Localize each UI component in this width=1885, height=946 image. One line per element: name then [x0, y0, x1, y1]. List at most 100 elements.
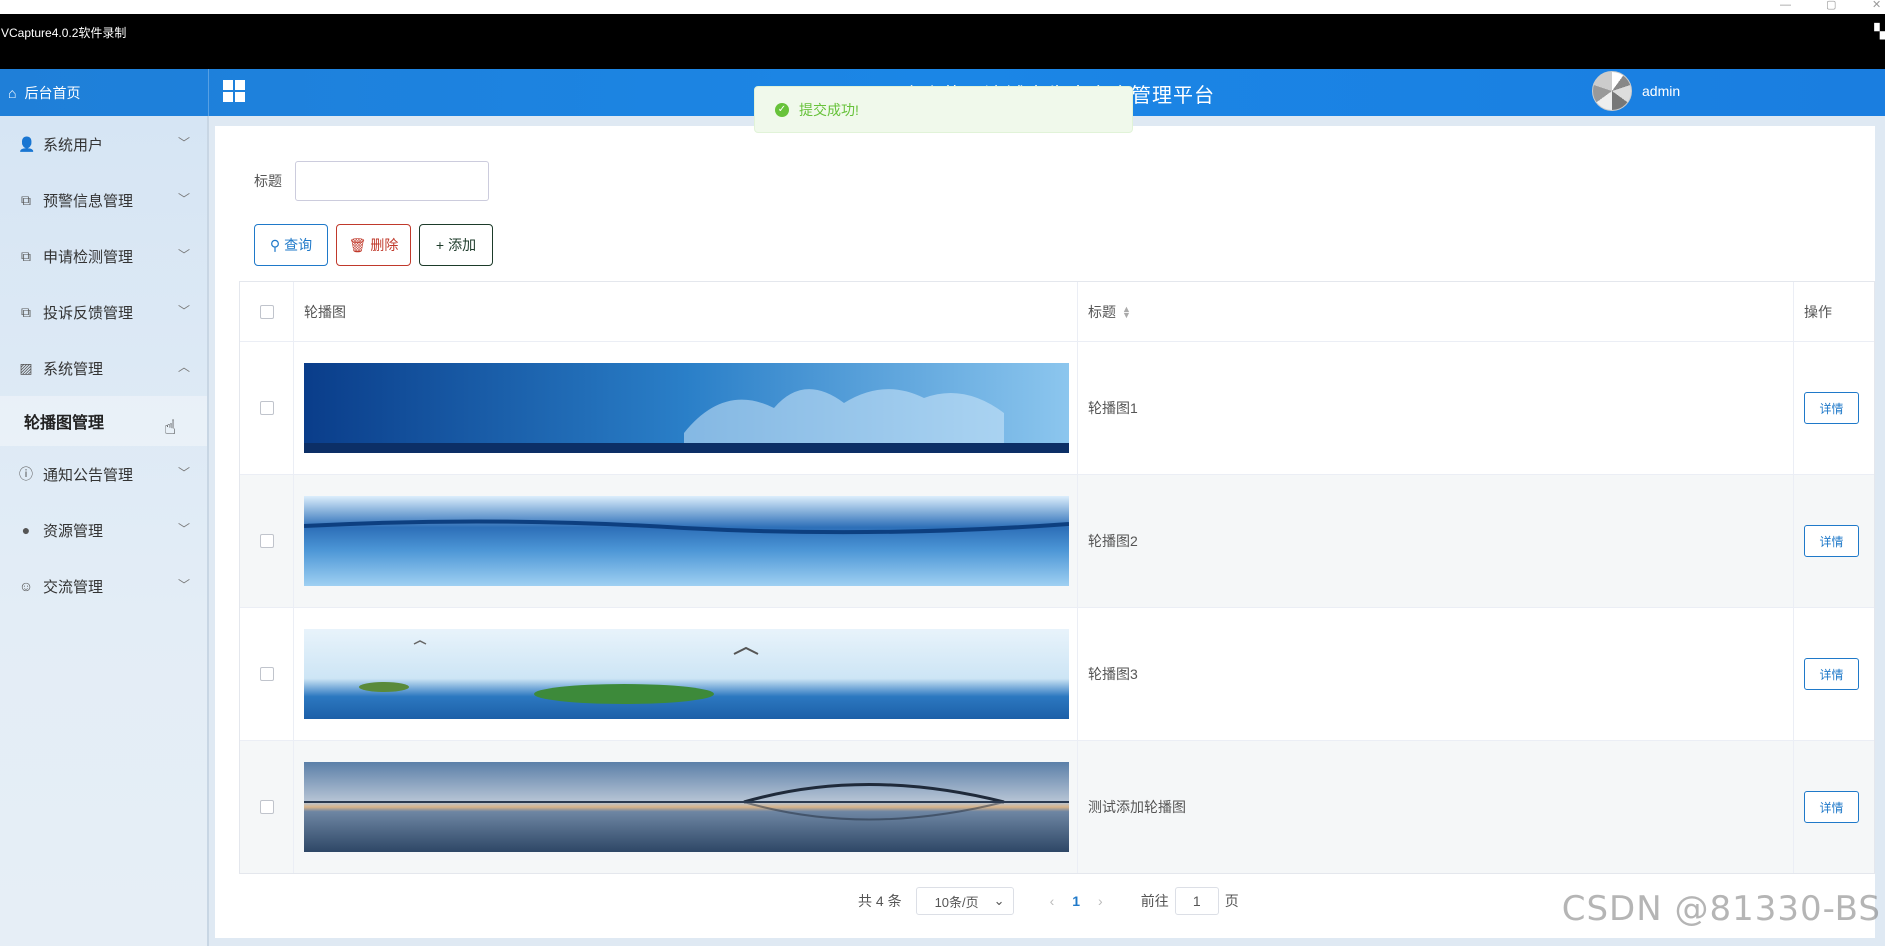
header-title-label: 标题	[1088, 303, 1116, 320]
maximize-icon[interactable]: ▢	[1826, 0, 1836, 11]
sidebar-item-label: 交流管理	[43, 578, 104, 596]
user-name: admin	[1642, 83, 1681, 99]
sidebar-item-resources[interactable]: ● 资源管理 ﹀	[0, 502, 207, 558]
menu-toggle-icon[interactable]	[223, 80, 245, 102]
chevron-down-icon: ﹀	[178, 522, 191, 536]
user-icon: 👤	[18, 135, 36, 152]
window-titlebar: — ▢ ✕	[0, 0, 1885, 14]
sidebar-item-label: 申请检测管理	[43, 248, 134, 266]
toast-message: 提交成功!	[799, 101, 859, 118]
goto-page-input[interactable]: 1	[1174, 887, 1219, 915]
select-all-checkbox[interactable]	[259, 304, 274, 319]
document-icon: ⧉	[21, 247, 31, 264]
sidebar-item-inspection[interactable]: ⧉ 申请检测管理 ﹀	[0, 228, 207, 284]
detail-button[interactable]: 详情	[1804, 658, 1859, 690]
detail-button[interactable]: 详情	[1804, 791, 1859, 823]
location-icon: ●	[21, 522, 31, 538]
recorder-bar: VCapture4.0.2软件录制 ▚	[0, 14, 1885, 69]
chevron-down-icon: ﹀	[178, 578, 191, 592]
detail-button[interactable]: 详情	[1804, 525, 1859, 557]
pagination: 共 4 条 10条/页 ⌄ ‹ 1 › 前往 1 页	[858, 886, 1239, 916]
sidebar-item-label: 系统用户	[43, 136, 104, 154]
row-checkbox[interactable]	[259, 401, 274, 415]
add-button-label: 添加	[448, 237, 477, 253]
row-checkbox[interactable]	[259, 534, 274, 548]
sidebar-item-system[interactable]: ▨ 系统管理 ︿	[0, 340, 207, 396]
chevron-up-icon: ︿	[178, 360, 191, 374]
avatar	[1592, 71, 1632, 111]
minimize-icon[interactable]: —	[1780, 0, 1791, 11]
delete-button[interactable]: 🗑 删除	[336, 224, 411, 266]
sidebar-item-label: 轮播图管理	[24, 415, 105, 432]
document-icon: ⧉	[21, 191, 31, 208]
image-icon: ▨	[19, 359, 33, 376]
sidebar-item-label: 通知公告管理	[43, 466, 134, 484]
grid-icon: ▚	[1874, 23, 1885, 39]
query-button[interactable]: ⚲ 查询	[254, 224, 328, 266]
sidebar-item-notice[interactable]: ⓘ 通知公告管理 ﹀	[0, 446, 207, 502]
header-image: 轮播图	[294, 282, 1078, 341]
search-icon: ⚲	[269, 236, 281, 253]
header-operation: 操作	[1804, 303, 1832, 320]
sidebar-item-complaint[interactable]: ⧉ 投诉反馈管理 ﹀	[0, 284, 207, 340]
row-title: 轮播图2	[1078, 475, 1794, 607]
home-icon: ⌂	[8, 84, 17, 101]
sidebar-item-warning[interactable]: ⧉ 预警信息管理 ﹀	[0, 172, 207, 228]
check-circle-icon: ✓	[775, 102, 789, 117]
chat-icon: ☺	[18, 578, 34, 594]
goto-suffix: 页	[1224, 893, 1239, 909]
recorder-title: VCapture4.0.2软件录制	[1, 26, 127, 40]
trash-icon: 🗑	[348, 236, 367, 253]
page-size-select[interactable]: 10条/页 ⌄	[915, 887, 1014, 915]
main-content: 标题 ⚲ 查询 🗑 删除 + 添加 轮播图 标题 ▲ ▼ 操作 轮播图1 详情 …	[215, 126, 1875, 938]
sidebar-item-system-users[interactable]: 👤 系统用户 ﹀	[0, 116, 207, 172]
page-number[interactable]: 1	[1072, 893, 1080, 909]
query-button-label: 查询	[284, 237, 313, 253]
chevron-down-icon: ﹀	[178, 466, 191, 480]
total-count: 共 4 条	[858, 893, 902, 909]
page-size-value: 10条/页	[934, 894, 979, 910]
close-icon[interactable]: ✕	[1872, 0, 1881, 11]
sidebar-item-communication[interactable]: ☺ 交流管理 ﹀	[0, 558, 207, 614]
next-page-icon[interactable]: ›	[1098, 893, 1103, 909]
user-menu[interactable]: admin	[1592, 71, 1680, 111]
chevron-down-icon: ﹀	[178, 136, 191, 150]
chevron-down-icon: ⌄	[993, 893, 1005, 908]
table-row: 轮播图2 详情	[240, 475, 1874, 608]
row-checkbox[interactable]	[259, 667, 274, 681]
sidebar-item-label: 预警信息管理	[43, 192, 134, 210]
delete-button-label: 删除	[370, 237, 399, 253]
sidebar-item-label: 系统管理	[43, 360, 104, 378]
header-title[interactable]: 标题 ▲ ▼	[1078, 282, 1794, 341]
sidebar: 👤 系统用户 ﹀ ⧉ 预警信息管理 ﹀ ⧉ 申请检测管理 ﹀ ⧉ 投诉反馈管理 …	[0, 116, 209, 946]
document-icon: ⧉	[21, 303, 31, 320]
home-label: 后台首页	[24, 84, 81, 101]
detail-button[interactable]: 详情	[1804, 392, 1859, 424]
add-button[interactable]: + 添加	[419, 224, 493, 266]
table-header: 轮播图 标题 ▲ ▼ 操作	[240, 282, 1874, 342]
carousel-image	[304, 363, 1069, 453]
chevron-down-icon: ﹀	[178, 304, 191, 318]
carousel-image	[304, 762, 1069, 852]
carousel-image	[304, 629, 1069, 719]
plus-icon: +	[435, 237, 445, 253]
chevron-down-icon: ﹀	[178, 248, 191, 262]
sidebar-item-label: 资源管理	[43, 522, 104, 540]
sort-icon[interactable]: ▲ ▼	[1122, 304, 1131, 319]
sidebar-item-label: 投诉反馈管理	[43, 304, 134, 322]
prev-page-icon[interactable]: ‹	[1050, 893, 1055, 909]
carousel-image	[304, 496, 1069, 586]
row-checkbox[interactable]	[259, 800, 274, 814]
chevron-down-icon: ﹀	[178, 192, 191, 206]
table-row: 轮播图1 详情	[240, 342, 1874, 475]
search-label: 标题	[254, 173, 282, 189]
home-link[interactable]: ⌂ 后台首页	[0, 69, 209, 116]
goto-label: 前往	[1140, 893, 1169, 909]
title-search-input[interactable]	[295, 161, 489, 201]
watermark: CSDN @81330-BS	[1561, 889, 1881, 929]
table-row: 轮播图3 详情	[240, 608, 1874, 741]
row-title: 轮播图3	[1078, 608, 1794, 740]
table-row: 测试添加轮播图 详情	[240, 741, 1874, 873]
info-icon: ⓘ	[19, 466, 33, 482]
row-title: 测试添加轮播图	[1078, 741, 1794, 873]
